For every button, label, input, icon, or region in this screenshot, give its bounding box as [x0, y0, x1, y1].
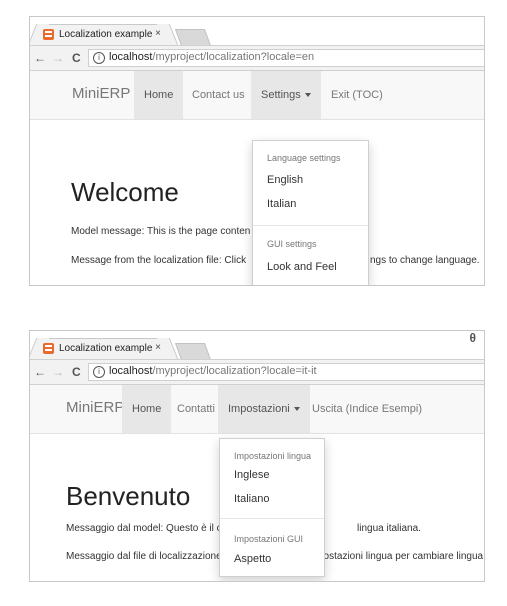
- address-bar: ← → C i localhost/myproject/localization…: [30, 45, 484, 71]
- tab-close-button[interactable]: ×: [155, 28, 161, 39]
- browser-tab[interactable]: Localization example ×: [38, 338, 168, 359]
- menu-item-italian[interactable]: Italian: [267, 198, 296, 210]
- nav-uscita[interactable]: Uscita (Indice Esempi): [302, 385, 432, 433]
- nav-home[interactable]: Home: [122, 385, 172, 433]
- dropdown-header-language: Impostazioni lingua: [234, 451, 312, 461]
- nav-settings-label: Settings: [261, 89, 301, 101]
- info-icon[interactable]: i: [93, 366, 105, 378]
- dropdown-divider: [220, 518, 324, 519]
- nav-home[interactable]: Home: [134, 71, 184, 119]
- nav-impostazioni-label: Impostazioni: [228, 403, 290, 415]
- favicon-icon: [43, 29, 54, 40]
- address-bar: ← → C i localhost/myproject/localization…: [30, 359, 484, 385]
- favicon-icon: [43, 343, 54, 354]
- localization-message-left: Messaggio dal file di localizzazione: C: [66, 551, 235, 562]
- browser-window-english: Localization example × ← → C i localhost…: [29, 16, 485, 286]
- url-host: localhost: [109, 51, 153, 63]
- back-arrow-icon[interactable]: ←: [34, 365, 46, 379]
- info-icon[interactable]: i: [93, 52, 105, 64]
- url-path: /myproject/localization?locale=en: [152, 51, 315, 63]
- browser-tab[interactable]: Localization example ×: [38, 24, 168, 45]
- menu-item-look-and-feel[interactable]: Look and Feel: [267, 261, 337, 273]
- model-message: Model message: This is the page conten: [71, 226, 251, 237]
- url-input[interactable]: i localhost/myproject/localization?local…: [88, 49, 484, 67]
- tab-title: Localization example: [59, 29, 153, 40]
- brand-link[interactable]: MiniERP: [66, 399, 124, 416]
- page-heading: Benvenuto: [66, 481, 191, 511]
- menu-item-english[interactable]: English: [267, 174, 303, 186]
- forward-arrow-icon[interactable]: →: [52, 51, 64, 65]
- url-path: /myproject/localization?locale=it-it: [152, 365, 317, 377]
- menu-item-inglese[interactable]: Inglese: [234, 469, 269, 481]
- nav-contatti[interactable]: Contatti: [167, 385, 225, 433]
- dropdown-header-language: Language settings: [267, 153, 341, 163]
- model-message-right: lingua italiana.: [357, 523, 421, 534]
- back-arrow-icon[interactable]: ←: [34, 51, 46, 65]
- forward-arrow-icon[interactable]: →: [52, 365, 64, 379]
- settings-dropdown-menu: Language settings English Italian GUI se…: [252, 140, 369, 285]
- menu-item-italiano[interactable]: Italiano: [234, 493, 269, 505]
- caret-down-icon: [304, 93, 311, 98]
- tab-strip: Localization example ×: [30, 17, 484, 46]
- brand-link[interactable]: MiniERP: [72, 85, 130, 102]
- new-tab-button[interactable]: [174, 343, 212, 360]
- new-tab-button[interactable]: [174, 29, 212, 46]
- model-message-left: Messaggio dal model: Questo è il cor: [66, 523, 231, 534]
- tab-close-button[interactable]: ×: [155, 342, 161, 353]
- url-text: localhost/myproject/localization?locale=…: [109, 51, 314, 63]
- tab-title: Localization example: [59, 343, 153, 354]
- localization-message-right: postazioni lingua per cambiare lingua.: [318, 551, 485, 562]
- navbar: MiniERP Home Contatti Impostazioni Uscit…: [30, 385, 484, 434]
- url-text: localhost/myproject/localization?locale=…: [109, 365, 317, 377]
- navbar: MiniERP Home Contact us Settings Exit (T…: [30, 71, 484, 120]
- browser-window-italian: Localization example × θ ← → C i localho…: [29, 330, 485, 582]
- nav-impostazioni[interactable]: Impostazioni: [218, 385, 310, 433]
- page-heading: Welcome: [71, 177, 179, 207]
- localization-message-right: ngs to change language.: [370, 255, 480, 266]
- nav-exit[interactable]: Exit (TOC): [321, 71, 393, 119]
- tab-strip: Localization example × θ: [30, 331, 484, 360]
- dropdown-header-gui: Impostazioni GUI: [234, 534, 304, 544]
- url-host: localhost: [109, 365, 153, 377]
- dropdown-divider: [253, 225, 368, 226]
- caret-down-icon: [293, 407, 300, 412]
- impostazioni-dropdown-menu: Impostazioni lingua Inglese Italiano Imp…: [219, 438, 325, 577]
- nav-settings[interactable]: Settings: [251, 71, 321, 119]
- reload-icon[interactable]: C: [72, 365, 81, 379]
- profile-icon[interactable]: θ: [470, 331, 477, 345]
- nav-contact[interactable]: Contact us: [182, 71, 255, 119]
- localization-message-left: Message from the localization file: Clic…: [71, 255, 247, 266]
- reload-icon[interactable]: C: [72, 51, 81, 65]
- dropdown-header-gui: GUI settings: [267, 239, 317, 249]
- menu-item-aspetto[interactable]: Aspetto: [234, 553, 271, 565]
- url-input[interactable]: i localhost/myproject/localization?local…: [88, 363, 484, 381]
